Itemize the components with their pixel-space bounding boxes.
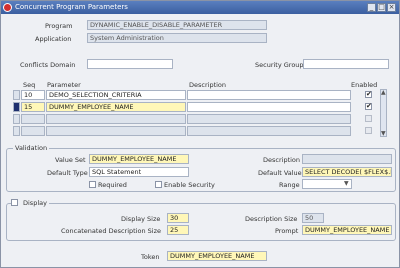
description-cell[interactable] [187, 90, 351, 100]
close-icon[interactable]: × [387, 3, 396, 12]
enabled-checkbox[interactable] [365, 127, 372, 134]
display-checkbox[interactable] [11, 199, 18, 206]
window-title: Concurrent Program Parameters [15, 3, 128, 11]
seq-cell[interactable]: 10 [21, 90, 45, 100]
parameter-cell[interactable] [46, 126, 186, 136]
seq-cell[interactable] [21, 126, 45, 136]
scroll-up-icon[interactable]: ▲ [381, 89, 386, 96]
range-label: Range [279, 181, 300, 189]
seq-cell[interactable]: 15 [21, 102, 45, 112]
seq-column-header: Seq [23, 81, 36, 89]
default-type-field[interactable]: SQL Statement [89, 167, 189, 177]
description-cell[interactable] [187, 126, 351, 136]
description-field[interactable] [302, 154, 392, 164]
row-selector[interactable] [13, 126, 20, 136]
application-label: Application [35, 35, 72, 43]
enable-security-checkbox[interactable] [155, 181, 162, 188]
oracle-icon [3, 3, 12, 12]
validation-section-title: Validation [13, 144, 50, 152]
display-section: Display [6, 199, 396, 241]
enabled-checkbox[interactable]: ✔ [365, 91, 372, 98]
concatenated-size-field[interactable]: 25 [167, 225, 189, 235]
title-bar: Concurrent Program Parameters _ □ × [1, 1, 399, 14]
display-section-title: Display [13, 199, 49, 207]
parameter-cell[interactable]: DUMMY_EMPLOYEE_NAME [46, 102, 186, 112]
enabled-checkbox[interactable] [365, 115, 372, 122]
program-field[interactable]: DYNAMIC_ENABLE_DISABLE_PARAMETER [87, 20, 267, 30]
concatenated-size-label: Concatenated Description Size [61, 227, 162, 235]
description-column-header: Description [189, 81, 227, 89]
parameter-cell[interactable] [46, 114, 186, 124]
prompt-label: Prompt [275, 227, 299, 235]
row-selector[interactable] [13, 114, 20, 124]
program-parameters-window: Concurrent Program Parameters _ □ × Prog… [0, 0, 400, 268]
security-group-field[interactable] [303, 59, 389, 69]
row-selector[interactable] [13, 90, 20, 100]
row-selector[interactable] [13, 102, 20, 112]
chevron-down-icon[interactable]: ▼ [344, 180, 349, 187]
default-type-label: Default Type [47, 169, 88, 177]
minimize-icon[interactable]: _ [367, 3, 376, 12]
display-size-label: Display Size [121, 215, 161, 223]
conflicts-domain-field[interactable] [87, 59, 173, 69]
seq-cell[interactable] [21, 114, 45, 124]
enable-security-label: Enable Security [164, 181, 215, 189]
enabled-checkbox[interactable]: ✔ [365, 103, 372, 110]
maximize-icon[interactable]: □ [377, 3, 386, 12]
application-field[interactable]: System Administration [87, 33, 267, 43]
token-label: Token [141, 253, 160, 261]
description-size-label: Description Size [245, 215, 298, 223]
parameter-column-header: Parameter [47, 81, 81, 89]
display-size-field[interactable]: 30 [167, 213, 189, 223]
program-label: Program [45, 22, 73, 30]
conflicts-domain-label: Conflicts Domain [20, 61, 76, 69]
value-set-field[interactable]: DUMMY_EMPLOYEE_NAME [89, 154, 189, 164]
parameter-cell[interactable]: DEMO_SELECTION_CRITERIA [46, 90, 186, 100]
description-label: Description [263, 156, 301, 164]
value-set-label: Value Set [55, 156, 86, 164]
description-cell[interactable] [187, 114, 351, 124]
token-field[interactable]: DUMMY_EMPLOYEE_NAME [167, 251, 267, 261]
required-checkbox[interactable] [89, 181, 96, 188]
security-group-label: Security Group [255, 61, 304, 69]
prompt-field[interactable]: DUMMY_EMPLOYEE_NAME [302, 225, 392, 235]
default-value-field[interactable]: SELECT DECODE( $FLEX$.DE [302, 167, 392, 177]
enabled-column-header: Enabled [351, 81, 378, 89]
description-cell[interactable] [187, 102, 351, 112]
required-label: Required [98, 181, 127, 189]
default-value-label: Default Value [258, 169, 302, 177]
scroll-down-icon[interactable]: ▼ [381, 130, 386, 137]
description-size-field[interactable]: 50 [302, 213, 324, 223]
